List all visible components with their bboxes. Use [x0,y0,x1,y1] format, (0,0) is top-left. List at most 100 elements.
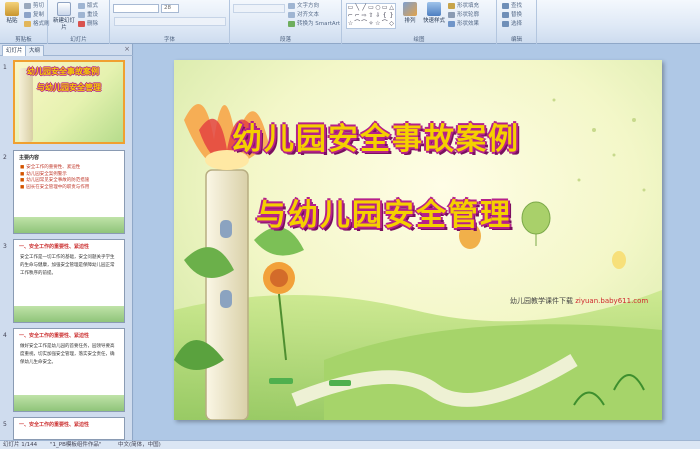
paragraph-group: 文字方向 对齐文本 转换为 SmartArt 段落 [230,0,342,44]
slides-group: 新建幻灯片 版式 重设 删除 幻灯片 [48,0,110,44]
paragraph-buttons[interactable] [233,4,285,13]
align-text-icon [288,11,295,18]
reset-button[interactable]: 重设 [78,11,98,20]
slide-thumbnail-2[interactable]: 主要内容 安全工作的重要性、紧迫性幼儿园安全案例警示幼儿园常见安全事故的防范措施… [13,150,125,234]
font-size-combo[interactable]: 28 [161,4,179,13]
status-bar: 幻灯片 1/144 "1_PB模板组件作品" 中文(简体，中国) [0,440,700,449]
font-group: 28 字体 [110,0,230,44]
find-button[interactable]: 查找 [502,2,522,11]
slide-thumbnail-3[interactable]: 一、安全工作的重要性、紧迫性 安全工作是一切工作的基础，安全问题关乎学生的生命与… [13,239,125,323]
clipboard-group-label: 剪贴板 [15,37,32,43]
layout-button[interactable]: 版式 [78,2,98,11]
tab-slides[interactable]: 幻灯片 [2,45,27,56]
tower-illustration [19,68,33,142]
thumb-scene-decoration [14,217,124,233]
shape-gallery-item[interactable]: ✧ [368,20,375,28]
shape-effects-button[interactable]: 形状效果 [448,20,479,29]
shape-gallery-item[interactable]: ▭ [381,4,388,12]
shape-gallery-item[interactable]: ⇩ [374,12,381,20]
align-text-button[interactable]: 对齐文本 [288,11,319,20]
slide-title-line2[interactable]: 与幼儿园安全管理 [256,190,512,234]
slides-group-label: 幻灯片 [70,37,87,43]
shape-gallery-item[interactable]: ╱ [361,4,368,12]
select-button[interactable]: 选择 [502,20,522,29]
cut-icon [24,2,31,9]
shapes-gallery[interactable]: ▭ ╲ ╱ ▭ ○ ▭ △ ⌐ ⌐ ⇨ ⇧ ⇩{ } ☆ ⌒ ⌒ ✧ ☆ ⌒ ◇ [346,3,396,29]
format-painter-icon [24,20,31,27]
thumb-bullet-list: 安全工作的重要性、紧迫性幼儿园安全案例警示幼儿园常见安全事故的防范措施园长在安全… [20,165,124,191]
shape-outline-icon [448,11,455,18]
slide-caption: 幼儿园教学课件下载 ziyuan.baby611.com [510,296,648,306]
thumb-heading: 一、安全工作的重要性、紧迫性 [19,333,90,339]
shape-gallery-item[interactable]: ◇ [388,20,395,28]
text-direction-icon [288,2,295,9]
copy-icon [24,11,31,18]
arrange-icon [403,2,417,16]
format-painter-button[interactable]: 格式刷 [24,20,50,29]
thumb-title-line1: 幼儿园安全事故案例 [27,66,99,76]
slide-number: 3 [3,243,7,250]
shape-gallery-item[interactable]: ⌐ [354,12,361,20]
select-icon [502,20,509,27]
slide-thumbnail-4[interactable]: 一、安全工作的重要性、紧迫性 做好安全工作是幼儿园的首要任务，园领导要高度重视，… [13,328,125,412]
text-direction-button[interactable]: 文字方向 [288,2,319,11]
tab-outline[interactable]: 大纲 [25,45,45,56]
shape-gallery-item[interactable]: ⇨ [361,12,368,20]
thumb-scene-decoration [14,395,124,411]
font-group-label: 字体 [163,37,175,43]
new-slide-button[interactable]: 新建幻灯片 [52,2,76,31]
shape-gallery-item[interactable]: ⌐ [347,12,354,20]
paste-icon [5,2,19,16]
editing-group-label: 编辑 [510,37,522,43]
shape-gallery-item[interactable]: { [381,12,388,20]
find-icon [502,2,509,9]
thumb-heading: 一、安全工作的重要性、紧迫性 [19,422,90,428]
slide-title-line1[interactable]: 幼儿园安全事故案例 [232,114,520,158]
shape-gallery-item[interactable]: ╲ [354,4,361,12]
layout-icon [78,2,85,9]
slide-number: 2 [3,154,7,161]
slide-number: 4 [3,332,7,339]
delete-icon [78,20,85,27]
cut-button[interactable]: 剪切 [24,2,44,11]
shape-gallery-item[interactable]: ⌒ [381,20,388,28]
drawing-group-label: 绘图 [413,37,425,43]
slide-thumbnail-1[interactable]: 幼儿园安全事故案例 与幼儿园安全管理 [13,60,125,144]
shape-gallery-item[interactable]: ▭ [347,4,354,12]
paragraph-group-label: 段落 [279,37,291,43]
arrange-button[interactable]: 排列 [400,2,420,30]
shape-fill-icon [448,2,455,9]
thumb-title-line2: 与幼儿园安全管理 [37,82,101,92]
shape-outline-button[interactable]: 形状轮廓 [448,11,479,20]
shape-gallery-item[interactable]: ⌒ [361,20,368,28]
font-name-combo[interactable] [113,4,159,13]
font-format-buttons[interactable] [114,17,226,26]
slides-panel: 幻灯片 大纲 × 1 幼儿园安全事故案例 与幼儿园安全管理 2 主要内容 安全工… [0,44,133,440]
clipboard-group: 粘贴 剪切 复制 格式刷 剪贴板 [0,0,50,44]
delete-slide-button[interactable]: 删除 [78,20,98,29]
slide-counter: 幻灯片 1/144 [3,442,38,448]
close-icon[interactable]: × [124,45,130,53]
new-slide-icon [57,2,71,16]
main-slide[interactable]: 幼儿园安全事故案例 与幼儿园安全管理 幼儿园教学课件下载 ziyuan.baby… [174,60,662,420]
shape-gallery-item[interactable]: ⌒ [354,20,361,28]
editing-group: 查找 替换 选择 编辑 [497,0,537,44]
replace-button[interactable]: 替换 [502,11,522,20]
shape-gallery-item[interactable]: ⇧ [368,12,375,20]
smartart-button[interactable]: 转换为 SmartArt [288,20,340,29]
quick-styles-button[interactable]: 快速样式 [422,2,446,30]
thumb-scene-decoration [14,306,124,322]
shape-gallery-item[interactable]: ▭ [368,4,375,12]
copy-button[interactable]: 复制 [24,11,44,20]
shape-gallery-item[interactable]: ☆ [347,20,354,28]
shape-gallery-item[interactable]: ☆ [374,20,381,28]
shape-gallery-item[interactable]: } [388,12,395,20]
shape-fill-button[interactable]: 形状填充 [448,2,479,11]
shape-gallery-item[interactable]: ○ [374,4,381,12]
slide-thumbnail-5[interactable]: 一、安全工作的重要性、紧迫性 [13,417,125,440]
thumb-heading: 一、安全工作的重要性、紧迫性 [19,244,90,250]
caption-text: 幼儿园教学课件下载 [510,297,573,305]
shape-gallery-item[interactable]: △ [388,4,395,12]
paste-button[interactable]: 粘贴 [2,2,22,30]
drawing-group: ▭ ╲ ╱ ▭ ○ ▭ △ ⌐ ⌐ ⇨ ⇧ ⇩{ } ☆ ⌒ ⌒ ✧ ☆ ⌒ ◇ 排列 快速样式 形状填充 形状轮廓… [342,0,497,44]
